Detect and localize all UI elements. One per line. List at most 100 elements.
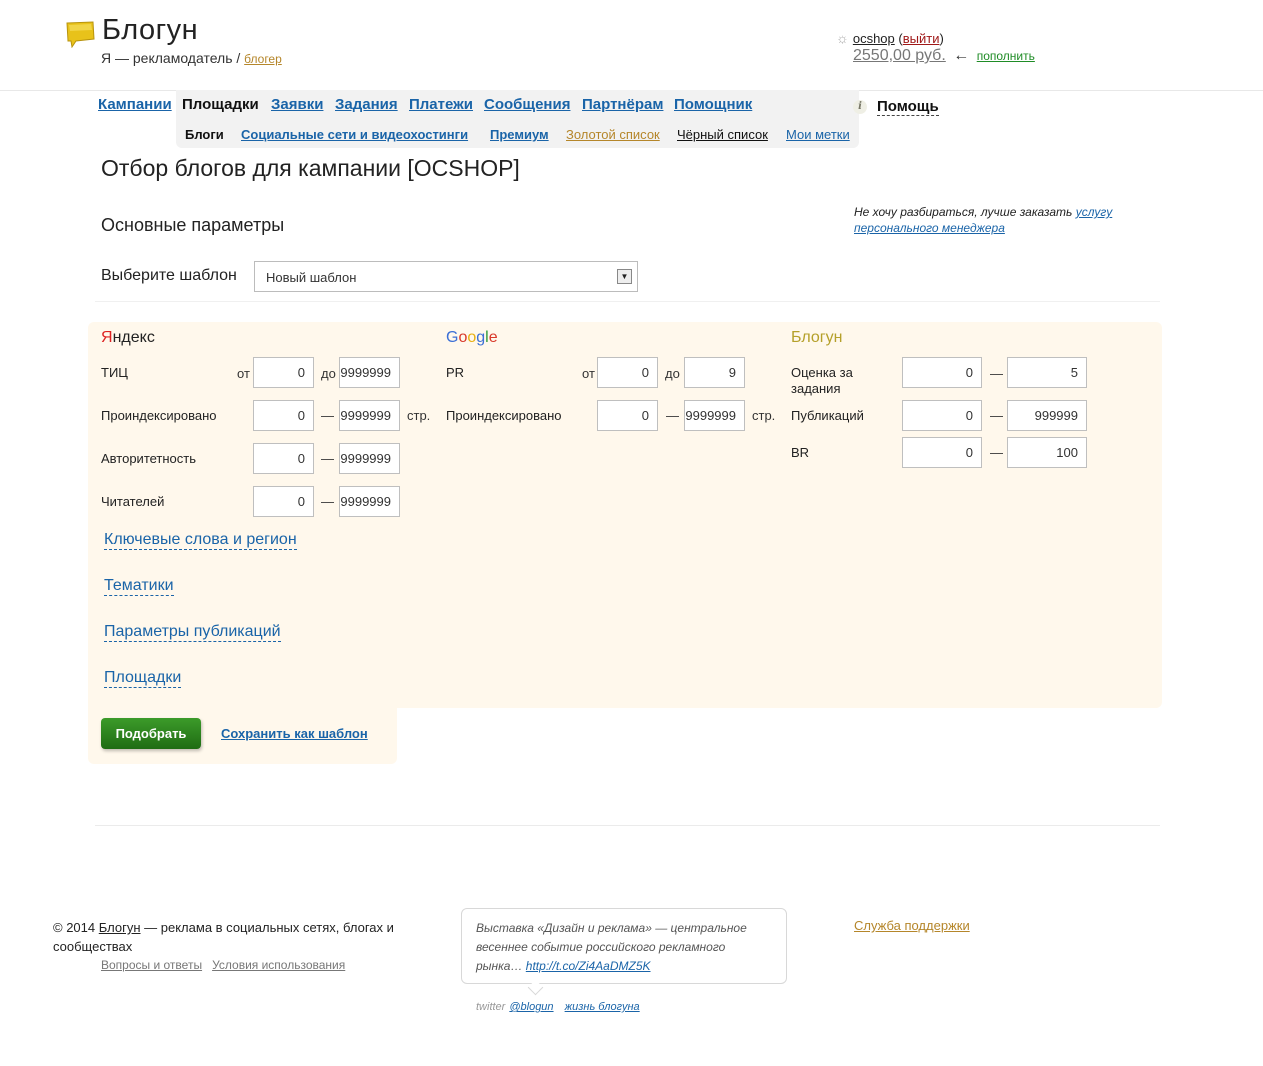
faq-link[interactable]: Вопросы и ответы (101, 958, 202, 972)
sites-link[interactable]: Площадки (104, 669, 182, 688)
logout-link[interactable]: выйти (903, 31, 940, 46)
role-tagline: Я — рекламодатель / блогер (101, 50, 282, 66)
terms-link[interactable]: Условия использования (212, 958, 345, 972)
nav-campaigns[interactable]: Кампании (98, 96, 172, 113)
yandex-title: Яндекс (101, 329, 155, 347)
blog-link[interactable]: жизнь блогуна (565, 1001, 640, 1013)
tweet-box: Выставка «Дизайн и реклама» — центрально… (461, 908, 787, 984)
tic-from-label: от (237, 366, 250, 381)
br-to-input[interactable]: 100 (1007, 437, 1087, 468)
yandex-indexed-label: Проиндексировано (101, 408, 217, 423)
br-label: BR (791, 445, 810, 460)
dash: — (990, 445, 1003, 460)
template-select[interactable]: Новый шаблон ▼ (254, 261, 638, 292)
publications-to-input[interactable]: 999999 (1007, 400, 1087, 431)
google-indexed-from-input[interactable]: 0 (597, 400, 658, 431)
google-title: Google (446, 329, 498, 346)
dash: — (990, 366, 1003, 381)
subnav-my-tags[interactable]: Мои метки (786, 127, 850, 142)
footer-brand-link[interactable]: Блогун (99, 920, 141, 935)
publication-params-link[interactable]: Параметры публикаций (104, 623, 281, 642)
pr-from-label: от (582, 366, 595, 381)
manager-note-text: Не хочу разбираться, лучше заказать (854, 205, 1073, 219)
subnav-black-list[interactable]: Чёрный список (677, 127, 768, 142)
subnav-premium[interactable]: Премиум (490, 127, 549, 142)
rating-from-input[interactable]: 0 (902, 357, 982, 388)
username-link[interactable]: ocshop (853, 31, 895, 46)
balance: 2550,00 руб. ← пополнить (853, 47, 1035, 65)
topics-link[interactable]: Тематики (104, 577, 174, 596)
yandex-indexed-unit: стр. (407, 408, 431, 423)
tic-to-input[interactable]: 9999999 (339, 357, 400, 388)
pick-button[interactable]: Подобрать (101, 718, 201, 749)
twitter-handle-link[interactable]: @blogun (509, 1001, 553, 1013)
subnav-blogs[interactable]: Блоги (185, 127, 224, 142)
readers-to-input[interactable]: 9999999 (339, 486, 400, 517)
logout-paren-close: ) (939, 31, 944, 46)
manager-note: Не хочу разбираться, лучше заказать услу… (854, 204, 1154, 236)
br-from-input[interactable]: 0 (902, 437, 982, 468)
authority-to-input[interactable]: 9999999 (339, 443, 400, 474)
nav-payments[interactable]: Платежи (409, 96, 473, 113)
role-blogger-link[interactable]: блогер (244, 52, 282, 66)
page-title: Отбор блогов для кампании [OCSHOP] (101, 155, 520, 181)
dash: — (321, 451, 334, 466)
template-select-value: Новый шаблон (266, 270, 357, 285)
copyright: © 2014 Блогун — реклама в социальных сет… (53, 918, 413, 956)
help-link[interactable]: Помощь (877, 98, 939, 116)
blogun-title: Блогун (791, 329, 843, 346)
gear-icon[interactable]: ☼ (836, 30, 849, 46)
google-indexed-to-input[interactable]: 9999999 (684, 400, 745, 431)
speech-bubble-logo-icon (66, 21, 95, 48)
subnav-social[interactable]: Социальные сети и видеохостинги (241, 127, 468, 142)
readers-label: Читателей (101, 494, 165, 509)
logo-title[interactable]: Блогун (102, 14, 198, 47)
tweet-meta: twitter @blogun жизнь блогуна (476, 1001, 640, 1013)
topup-link[interactable]: пополнить (977, 49, 1035, 63)
tweet-link[interactable]: http://t.co/Zi4AaDMZ5K (526, 959, 651, 973)
pr-label: PR (446, 365, 465, 380)
google-indexed-label: Проиндексировано (446, 408, 562, 423)
section-title: Основные параметры (101, 215, 285, 235)
role-advertiser: Я — рекламодатель / (101, 50, 241, 66)
balance-amount[interactable]: 2550,00 руб. (853, 47, 946, 64)
nav-assistant[interactable]: Помощник (674, 96, 752, 113)
template-label: Выберите шаблон (101, 267, 237, 284)
nav-sites[interactable]: Площадки (182, 96, 259, 113)
nav-messages[interactable]: Сообщения (484, 96, 570, 113)
dash: — (990, 408, 1003, 423)
authority-from-input[interactable]: 0 (253, 443, 314, 474)
google-indexed-unit: стр. (752, 408, 776, 423)
nav-partners[interactable]: Партнёрам (582, 96, 663, 113)
chevron-down-icon[interactable]: ▼ (617, 269, 632, 284)
dash: — (666, 408, 679, 423)
authority-label: Авторитетность (101, 451, 197, 466)
yandex-indexed-to-input[interactable]: 9999999 (339, 400, 400, 431)
support-link[interactable]: Служба поддержки (854, 918, 970, 933)
yandex-indexed-from-input[interactable]: 0 (253, 400, 314, 431)
divider (95, 301, 1160, 302)
pr-from-input[interactable]: 0 (597, 357, 658, 388)
dash: — (321, 408, 334, 423)
user-box: ☼ ocshop (выйти) (836, 30, 944, 46)
publications-label: Публикаций (791, 408, 864, 423)
footer-links: Вопросы и ответы Условия использования (101, 958, 355, 972)
arrow-left-icon: ← (953, 47, 970, 64)
yandex-title-text: Яндекс (101, 329, 155, 346)
nav-requests[interactable]: Заявки (271, 96, 323, 113)
tic-label: ТИЦ (101, 365, 128, 380)
keywords-region-link[interactable]: Ключевые слова и регион (104, 531, 297, 550)
tic-from-input[interactable]: 0 (253, 357, 314, 388)
tic-to-label: до (321, 366, 336, 381)
subnav-gold-list[interactable]: Золотой список (566, 127, 660, 142)
rating-to-input[interactable]: 5 (1007, 357, 1087, 388)
save-template-link[interactable]: Сохранить как шаблон (221, 726, 368, 741)
dash: — (321, 494, 334, 509)
footer-divider (95, 825, 1160, 826)
nav-tasks[interactable]: Задания (335, 96, 398, 113)
publications-from-input[interactable]: 0 (902, 400, 982, 431)
info-icon: i (853, 100, 867, 114)
rating-label: Оценка за задания (791, 365, 853, 396)
pr-to-input[interactable]: 9 (684, 357, 745, 388)
readers-from-input[interactable]: 0 (253, 486, 314, 517)
